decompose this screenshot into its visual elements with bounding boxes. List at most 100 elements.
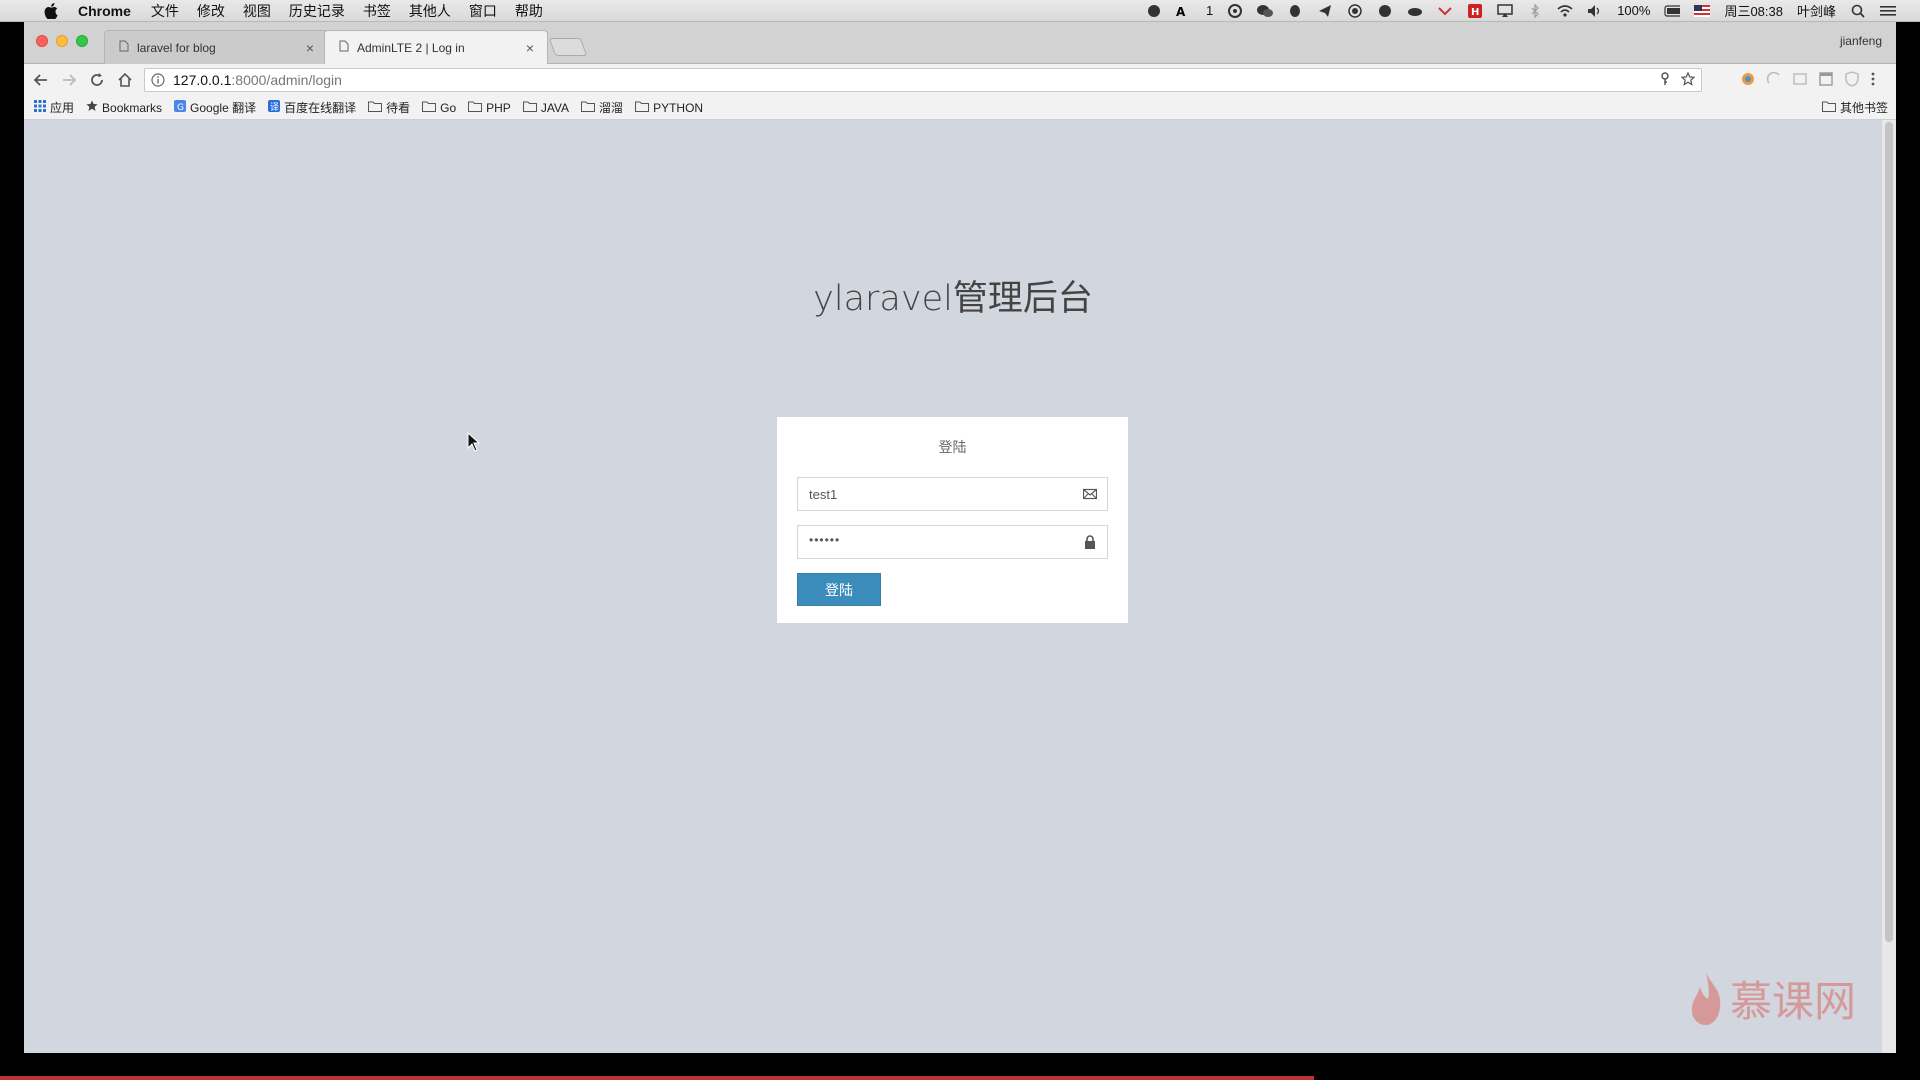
forward-arrow-icon[interactable] [58,69,80,91]
bookmark-star-icon[interactable] [1680,71,1696,89]
folder-icon [1821,101,1836,115]
apple-logo-icon[interactable] [42,2,60,20]
menu-window[interactable]: 窗口 [469,1,497,21]
us-flag-icon[interactable] [1694,3,1711,19]
h-app-icon[interactable]: H [1467,3,1483,19]
evernote-icon[interactable] [1146,3,1162,19]
chrome-menu-icon[interactable] [1870,71,1886,87]
menu-app-name[interactable]: Chrome [78,3,131,19]
menu-file[interactable]: 文件 [151,1,179,21]
login-box-message: 登陆 [938,439,967,455]
tab-adminlte-login[interactable]: AdminLTE 2 | Log in × [324,30,548,64]
svg-text:H: H [1471,7,1479,18]
bookmark-google-translate[interactable]: G Google 翻译 [174,99,256,116]
spotlight-search-icon[interactable] [1850,3,1866,19]
bookmark-folder-go[interactable]: Go [422,101,456,115]
google-translate-icon: G [174,100,187,115]
volume-icon[interactable] [1587,3,1603,19]
reader-extension-icon[interactable] [1792,71,1808,87]
bookmark-label: 百度在线翻译 [284,101,357,115]
login-page: ylaravel管理后台 登陆 test1 •••••• 登陆 慕课网 [24,120,1896,1053]
bookmark-label: Google 翻译 [190,101,257,115]
baidu-translate-icon: 译 [268,100,281,115]
chevron-icon[interactable] [1437,3,1453,19]
cloud-icon[interactable] [1407,3,1423,19]
sync-extension-icon[interactable] [1766,71,1782,87]
bookmark-folder-liuliu[interactable]: 溜溜 [581,99,623,116]
username-field[interactable]: test1 [797,477,1108,511]
tab-laravel-for-blog[interactable]: laravel for blog × [104,30,328,64]
bookmark-folder-daikan[interactable]: 待看 [368,99,410,116]
minimize-window-button[interactable] [56,35,68,47]
chrome-tray-icon[interactable] [1227,3,1243,19]
airplay-icon[interactable] [1497,3,1513,19]
mouse-cursor-icon [467,431,481,452]
qq-icon[interactable] [1287,3,1303,19]
telegram-icon[interactable] [1317,3,1333,19]
menubar-clock[interactable]: 周三08:38 [1724,1,1783,20]
bookmark-label: 待看 [386,101,411,115]
wechat-icon[interactable] [1257,3,1274,19]
menu-view[interactable]: 视图 [243,1,271,21]
color-extension-icon[interactable] [1740,71,1756,87]
reload-icon[interactable] [86,69,108,91]
menu-bookmarks[interactable]: 书签 [363,1,391,21]
flame-logo-icon [1688,971,1724,1027]
page-scrollbar[interactable] [1882,120,1896,1053]
password-field[interactable]: •••••• [797,525,1108,559]
close-window-button[interactable] [36,35,48,47]
record-icon[interactable] [1347,3,1363,19]
menu-people[interactable]: 其他人 [409,1,451,21]
bookmark-label: Go [440,100,457,115]
lock-icon [1083,535,1097,549]
bookmark-label: Bookmarks [102,100,163,115]
svg-text:G: G [177,103,184,112]
bookmark-bookmarks[interactable]: Bookmarks [86,100,162,115]
close-tab-icon[interactable]: × [523,41,537,55]
bookmark-apps[interactable]: 应用 [34,99,74,116]
scrollbar-thumb[interactable] [1885,122,1893,942]
key-icon[interactable] [1659,71,1671,89]
home-icon[interactable] [114,69,136,91]
bookmark-baidu-translate[interactable]: 译 百度在线翻译 [268,99,356,116]
menubar-tray: A 1 H 100% 周三08:38 叶剑峰 [1146,1,1920,20]
svg-text:译: 译 [270,102,279,112]
bookmark-folder-php[interactable]: PHP [468,101,511,115]
battery-icon[interactable] [1664,3,1681,19]
profile-name[interactable]: jianfeng [1840,34,1882,48]
password-mask: •••••• [809,533,841,547]
close-tab-icon[interactable]: × [303,41,317,55]
new-tab-button[interactable] [548,38,588,56]
login-logo[interactable]: ylaravel管理后台 [24,270,1882,321]
bookmark-folder-python[interactable]: PYTHON [635,101,703,115]
menu-help[interactable]: 帮助 [515,1,543,21]
shield-extension-icon[interactable] [1844,71,1860,87]
back-arrow-icon[interactable] [30,69,52,91]
address-bar[interactable]: 127.0.0.1 :8000/admin/login [144,68,1702,92]
menu-edit[interactable]: 修改 [197,1,225,21]
menubar-user[interactable]: 叶剑峰 [1797,1,1836,20]
site-info-icon[interactable] [151,73,165,87]
url-host: 127.0.0.1 [173,72,232,88]
bookmark-label: PHP [486,100,511,115]
bookmark-folder-java[interactable]: JAVA [522,101,569,115]
folder-icon [522,101,537,115]
star-icon [86,100,98,115]
window-extension-icon[interactable] [1818,71,1834,87]
bookmark-other[interactable]: 其他书签 [1821,99,1888,116]
notification-center-icon[interactable] [1880,3,1896,19]
bookmark-label: PYTHON [653,100,704,115]
login-box: 登陆 test1 •••••• 登陆 [777,417,1128,623]
wifi-icon[interactable] [1557,3,1573,19]
zoom-window-button[interactable] [76,35,88,47]
imooc-watermark: 慕课网 [1688,968,1856,1029]
menu-history[interactable]: 历史记录 [289,1,345,21]
compass-icon[interactable] [1377,3,1393,19]
bluetooth-icon[interactable] [1527,3,1543,19]
apps-grid-icon [34,100,46,115]
browser-toolbar: 127.0.0.1 :8000/admin/login [24,64,1896,96]
ai-tool-icon[interactable]: A [1176,3,1192,19]
bookmark-label: 其他书签 [1839,101,1888,115]
login-submit-button[interactable]: 登陆 [797,573,881,606]
folder-icon [635,101,650,115]
